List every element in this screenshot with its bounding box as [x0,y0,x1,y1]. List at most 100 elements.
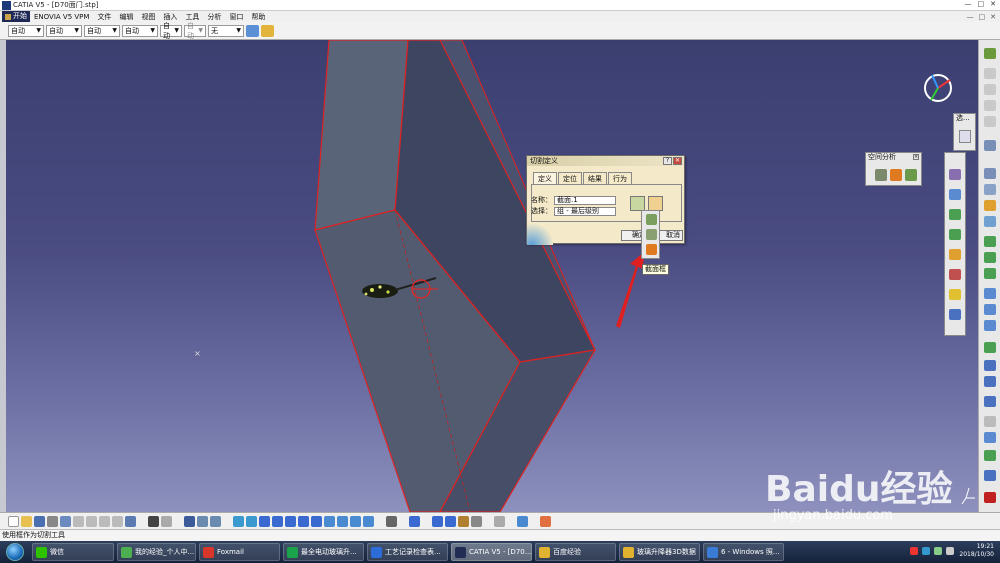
section-type-button[interactable] [630,196,645,211]
menu-enovia[interactable]: ENOVIA V5 VPM [30,13,93,21]
tool-icon[interactable] [984,360,996,371]
tray-icon[interactable] [910,547,918,555]
taskbar-item[interactable]: Foxmail [199,543,280,561]
select-arrow-icon[interactable] [959,130,971,143]
layer-combo[interactable]: 无 ▼ [208,24,244,37]
doc-close-button[interactable]: ✕ [990,13,996,21]
print-icon[interactable] [47,515,58,527]
tool-icon[interactable] [984,470,996,481]
iso-view-icon[interactable] [324,515,335,527]
redo-icon[interactable] [112,515,123,527]
swap-space-icon[interactable] [363,515,374,527]
section-plane-icon[interactable] [646,214,657,225]
measure-icon[interactable] [432,515,443,527]
tool-icon[interactable] [409,515,420,527]
menu-help[interactable]: 帮助 [247,12,269,22]
dialog-close-button[interactable]: ✕ [673,157,682,165]
tool-icon[interactable] [984,236,996,247]
tool-icon[interactable] [949,269,961,280]
grid-icon[interactable] [540,515,551,527]
camera-icon[interactable] [386,515,397,527]
tool-icon[interactable] [471,515,482,527]
tool-icon[interactable] [984,68,996,79]
tool-icon[interactable] [197,515,208,527]
undo-icon[interactable] [99,515,110,527]
shading-icon[interactable] [337,515,348,527]
tool-icon[interactable] [984,376,996,387]
taskbar-item[interactable]: 最全电动玻璃升... [283,543,364,561]
tool-icon[interactable] [210,515,221,527]
new-icon[interactable] [8,515,19,527]
comment-icon[interactable] [161,515,172,527]
normal-view-icon[interactable] [311,515,322,527]
taskbar-item-catia[interactable]: CATIA V5 - [D70... [451,543,532,561]
tool-icon[interactable] [984,450,996,461]
system-clock[interactable]: 19:21 2018/10/30 [959,543,994,559]
menu-file[interactable]: 文件 [93,12,115,22]
maximize-button[interactable]: □ [978,0,985,8]
compass-widget[interactable] [924,74,952,102]
taskbar-item[interactable]: 微信 [32,543,114,561]
tool-icon[interactable] [984,268,996,279]
point-symbol-combo[interactable]: 自动 ▼ [160,22,182,40]
fly-mode-icon[interactable] [233,515,244,527]
pan-icon[interactable] [259,515,270,527]
tool-icon[interactable] [984,84,996,95]
tool-icon[interactable] [984,342,996,353]
3d-viewport[interactable]: × [0,40,978,512]
tray-icon[interactable] [922,547,930,555]
tool-icon[interactable] [494,515,505,527]
name-input[interactable]: 截面.1 [554,195,616,205]
menu-edit[interactable]: 编辑 [115,12,137,22]
rotate-icon[interactable] [272,515,283,527]
tool-icon[interactable] [984,432,996,443]
color-combo[interactable]: 自动 ▼ [8,24,44,37]
workbench-icon[interactable] [984,48,996,59]
windows-start-button[interactable] [6,543,24,561]
open-icon[interactable] [21,515,32,527]
minimize-button[interactable]: — [965,0,972,8]
zoom-out-icon[interactable] [298,515,309,527]
taskbar-item[interactable]: 6 - Windows 照... [703,543,784,561]
tool-icon[interactable] [949,289,961,300]
sectioning-icon[interactable] [890,169,902,181]
paste-icon[interactable] [86,515,97,527]
doc-minimize-button[interactable]: — [967,13,974,21]
copy-icon[interactable] [73,515,84,527]
section-slice-icon[interactable] [646,229,657,240]
tool-icon[interactable] [949,309,961,320]
tool-icon[interactable] [949,189,961,200]
taskbar-item[interactable]: 百度经验 [535,543,616,561]
tool-icon[interactable] [984,140,996,151]
linetype-combo[interactable]: 自动 ▼ [122,24,158,37]
tray-icon[interactable] [934,547,942,555]
tool-icon[interactable] [984,216,996,227]
tool-icon[interactable] [984,100,996,111]
close-button[interactable]: ✕ [990,0,996,8]
painter-icon[interactable] [246,24,259,37]
taskbar-item[interactable]: 我的经验_个人中... [117,543,196,561]
tool-icon[interactable] [984,288,996,299]
save-icon[interactable] [34,515,45,527]
rendering-style-combo[interactable]: 自动 ▼ [184,22,206,40]
menu-analysis[interactable]: 分析 [203,12,225,22]
tool-icon[interactable] [984,416,996,427]
transparency-combo[interactable]: 自动 ▼ [46,24,82,37]
tool-icon[interactable] [984,320,996,331]
volume-icon[interactable] [946,547,954,555]
tool-icon[interactable] [984,304,996,315]
taskbar-item[interactable]: 工艺记录检查表... [367,543,448,561]
tool-icon[interactable] [984,200,996,211]
tool-icon[interactable] [984,116,996,127]
distance-icon[interactable] [905,169,917,181]
line-thickness-combo[interactable]: 自动 ▼ [84,24,120,37]
whats-this-icon[interactable] [125,515,136,527]
brush-icon[interactable] [261,24,274,37]
hide-show-icon[interactable] [350,515,361,527]
tool-icon[interactable] [517,515,528,527]
tool-icon[interactable] [984,168,996,179]
catalog-icon[interactable] [184,515,195,527]
formula-icon[interactable] [148,515,159,527]
tool-icon[interactable] [445,515,456,527]
selection-input[interactable]: 组 - 最后级别 [554,206,616,216]
